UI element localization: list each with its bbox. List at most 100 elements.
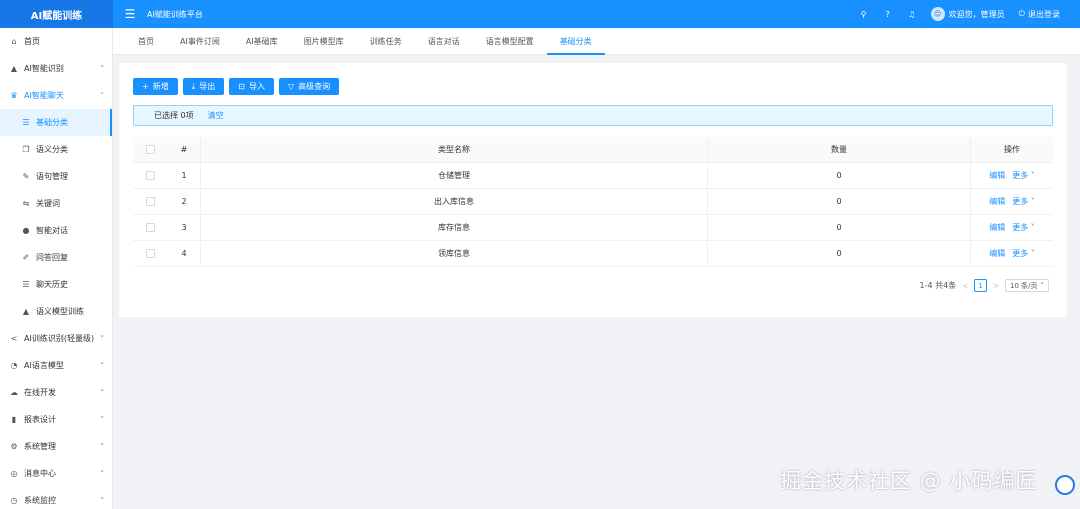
- row-quantity: 0: [708, 163, 971, 188]
- sidebar-item-keywords[interactable]: ⇋ 关键词: [0, 190, 112, 217]
- column-header-quantity: 数量: [708, 137, 971, 162]
- floating-assistant-icon[interactable]: [1055, 475, 1075, 495]
- menu-toggle-icon[interactable]: ☰: [123, 7, 137, 21]
- tab-training-tasks[interactable]: 训练任务: [357, 28, 415, 55]
- search-icon[interactable]: ⚲: [859, 10, 869, 19]
- tab-basic-category[interactable]: 基础分类: [546, 28, 605, 55]
- bar-chart-icon: ▮: [11, 415, 17, 424]
- cloud-icon: ☁: [10, 388, 18, 397]
- logout-button[interactable]: ⏻ 退出登录: [1019, 9, 1060, 20]
- sidebar-item-system-management[interactable]: ⚙ 系统管理 ˅: [0, 433, 112, 460]
- page-size-select[interactable]: 10 条/页 ˅: [1005, 279, 1049, 292]
- row-checkbox[interactable]: [146, 197, 155, 206]
- sidebar: ⌂ 首页 ▲ AI智能识别 ˅ ♛ AI智能聊天 ˄ ☰ 基础分类 ❐ 语义分类…: [0, 28, 113, 509]
- sidebar-item-label: 问答回复: [36, 253, 68, 262]
- sidebar-item-label: 语句管理: [36, 172, 68, 181]
- sidebar-item-semantic-model-training[interactable]: ▲ 语义模型训练: [0, 298, 112, 325]
- row-actions: 编辑 更多 ˅: [971, 189, 1053, 214]
- sidebar-item-online-dev[interactable]: ☁ 在线开发 ˅: [0, 379, 112, 406]
- chevron-down-icon: ˅: [100, 496, 105, 505]
- row-index: 1: [168, 163, 201, 188]
- chevron-down-icon: ˅: [1030, 171, 1035, 180]
- row-actions: 编辑 更多 ˅: [971, 241, 1053, 266]
- welcome-text: 欢迎您，管理员: [948, 9, 1005, 19]
- tab-home[interactable]: 首页: [125, 28, 167, 55]
- more-label: 更多: [1012, 223, 1029, 232]
- tab-language-dialogue[interactable]: 语言对话: [415, 28, 473, 55]
- sidebar-item-system-monitor[interactable]: ◷ 系统监控 ˅: [0, 487, 112, 509]
- row-type-name: 领库信息: [201, 241, 708, 266]
- chevron-down-icon: ˅: [1030, 223, 1035, 232]
- monitor-icon: ◷: [10, 496, 18, 505]
- table-row: 3 库存信息 0 编辑 更多 ˅: [133, 215, 1053, 241]
- sidebar-item-chat-history[interactable]: ☰ 聊天历史: [0, 271, 112, 298]
- sidebar-item-semantic-category[interactable]: ❐ 语义分类: [0, 136, 112, 163]
- row-actions: 编辑 更多 ˅: [971, 163, 1053, 188]
- chevron-down-icon: ˅: [100, 361, 105, 370]
- advanced-query-button[interactable]: ▽ 高级查询: [278, 78, 340, 95]
- wechat-icon: ●: [22, 226, 30, 235]
- more-dropdown[interactable]: 更多 ˅: [1012, 196, 1035, 207]
- tab-ai-base-library[interactable]: AI基础库: [233, 28, 291, 55]
- tab-language-model-config[interactable]: 语言模型配置: [473, 28, 547, 55]
- current-page[interactable]: 1: [974, 279, 988, 292]
- chevron-down-icon: ˅: [100, 442, 105, 451]
- clear-selection-link[interactable]: 清空: [208, 110, 224, 121]
- edit-link[interactable]: 编辑: [989, 170, 1005, 181]
- sidebar-item-message-center[interactable]: ◎ 消息中心 ˅: [0, 460, 112, 487]
- import-icon: ⊡: [238, 82, 245, 91]
- row-index: 4: [168, 241, 201, 266]
- help-icon[interactable]: ?: [883, 10, 893, 19]
- tab-image-model-library[interactable]: 图片模型库: [291, 28, 357, 55]
- sidebar-item-ai-chat[interactable]: ♛ AI智能聊天 ˄: [0, 82, 112, 109]
- app-logo[interactable]: AI赋能训练: [0, 0, 113, 28]
- edit-link[interactable]: 编辑: [989, 222, 1005, 233]
- edit-link[interactable]: 编辑: [989, 248, 1005, 259]
- selection-alert: 已选择 0项 清空: [133, 105, 1053, 126]
- more-dropdown[interactable]: 更多 ˅: [1012, 248, 1035, 259]
- user-menu[interactable]: ☺ 欢迎您，管理员: [930, 7, 1005, 21]
- row-quantity: 0: [708, 241, 971, 266]
- tab-ai-event-subscription[interactable]: AI事件订阅: [167, 28, 233, 55]
- sidebar-item-label: 语义模型训练: [36, 307, 84, 316]
- export-button[interactable]: ⤓ 导出: [182, 78, 225, 95]
- plus-icon: +: [142, 82, 149, 91]
- import-button[interactable]: ⊡ 导入: [229, 78, 274, 95]
- row-checkbox[interactable]: [146, 171, 155, 180]
- document-icon: ❐: [22, 145, 30, 154]
- next-page-icon[interactable]: >: [993, 282, 999, 290]
- bell-icon[interactable]: ♫: [907, 10, 917, 19]
- top-right-actions: ⚲ ? ♫ ☺ 欢迎您，管理员 ⏻ 退出登录: [859, 7, 1080, 21]
- sidebar-item-label: AI智能聊天: [24, 91, 64, 100]
- row-checkbox[interactable]: [146, 249, 155, 258]
- sidebar-item-basic-category[interactable]: ☰ 基础分类: [0, 109, 112, 136]
- prev-page-icon[interactable]: <: [962, 282, 968, 290]
- sidebar-item-sentence-management[interactable]: ✎ 语句管理: [0, 163, 112, 190]
- sidebar-item-ai-language-model[interactable]: ◔ AI语言模型 ˅: [0, 352, 112, 379]
- row-checkbox[interactable]: [146, 223, 155, 232]
- tab-bar: 首页 AI事件订阅 AI基础库 图片模型库 训练任务 语言对话 语言模型配置 基…: [113, 28, 1080, 55]
- page-size-value: 10 条/页: [1010, 281, 1038, 290]
- sidebar-item-smart-dialogue[interactable]: ● 智能对话: [0, 217, 112, 244]
- more-label: 更多: [1012, 171, 1029, 180]
- sidebar-item-label: 聊天历史: [36, 280, 68, 289]
- sidebar-item-label: 基础分类: [36, 118, 68, 127]
- select-all-checkbox[interactable]: [146, 145, 155, 154]
- chevron-down-icon: ˅: [100, 64, 105, 73]
- selected-count: 已选择 0项: [154, 111, 194, 120]
- sidebar-item-ai-training-light[interactable]: < AI训练识别(轻量级) ˅: [0, 325, 112, 352]
- row-type-name: 出入库信息: [201, 189, 708, 214]
- download-icon: ⤓: [191, 81, 196, 91]
- sidebar-item-home[interactable]: ⌂ 首页: [0, 28, 112, 55]
- filter-icon: ▽: [287, 82, 295, 91]
- sidebar-item-qa-reply[interactable]: ✐ 问答回复: [0, 244, 112, 271]
- more-dropdown[interactable]: 更多 ˅: [1012, 222, 1035, 233]
- app-title: AI赋能训练平台: [147, 9, 203, 19]
- sidebar-item-ai-recognition[interactable]: ▲ AI智能识别 ˅: [0, 55, 112, 82]
- chevron-down-icon: ˅: [1030, 197, 1035, 206]
- warning-triangle-icon: ▲: [10, 64, 18, 73]
- add-button[interactable]: + 新增: [133, 78, 178, 95]
- sidebar-item-report-design[interactable]: ▮ 报表设计 ˅: [0, 406, 112, 433]
- edit-link[interactable]: 编辑: [989, 196, 1005, 207]
- more-dropdown[interactable]: 更多 ˅: [1012, 170, 1035, 181]
